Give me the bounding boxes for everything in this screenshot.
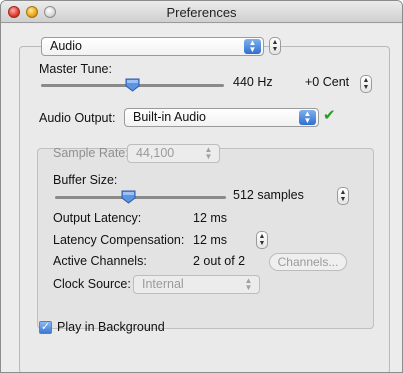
- sample-rate-popup[interactable]: 44,100 ▲ ▼: [127, 144, 220, 163]
- popup-arrows-icon: ▲ ▼: [244, 39, 261, 54]
- clock-source-label: Clock Source:: [53, 277, 131, 291]
- master-tune-label: Master Tune:: [39, 62, 112, 76]
- checkmark-icon: ✔: [323, 107, 336, 124]
- channels-button[interactable]: Channels...: [269, 253, 347, 271]
- sample-rate-popup-value: 44,100: [136, 146, 175, 160]
- preferences-window: Preferences Audio ▲ ▼ ▲ ▼ Master Tune: 440…: [0, 0, 403, 373]
- active-channels-label: Active Channels:: [53, 254, 147, 268]
- output-latency-value: 12 ms: [193, 211, 228, 225]
- buffer-size-value: 512 samples: [233, 188, 304, 202]
- play-in-background-label: Play in Background: [57, 320, 165, 334]
- category-popup-value: Audio: [50, 39, 82, 53]
- latency-compensation-label: Latency Compensation:: [53, 233, 185, 247]
- category-stepper[interactable]: ▲ ▼: [269, 37, 281, 55]
- buffer-size-label: Buffer Size:: [53, 173, 118, 187]
- clock-source-popup-value: Internal: [142, 277, 184, 291]
- audio-output-label: Audio Output:: [39, 111, 116, 125]
- latency-compensation-value: 12 ms: [193, 233, 228, 247]
- popup-arrows-icon: ▲ ▼: [204, 145, 213, 161]
- title-bar[interactable]: Preferences: [1, 1, 402, 23]
- active-channels-value: 2 out of 2: [193, 254, 246, 268]
- window-title: Preferences: [166, 5, 237, 20]
- buffer-size-stepper[interactable]: ▲ ▼: [337, 187, 349, 205]
- cent-stepper[interactable]: ▲ ▼: [360, 75, 372, 93]
- popup-arrows-icon: ▲ ▼: [299, 110, 316, 125]
- output-latency-label: Output Latency:: [53, 211, 142, 225]
- audio-output-popup[interactable]: Built-in Audio ▲ ▼: [124, 108, 319, 127]
- master-tune-hz-value: 440 Hz: [233, 75, 273, 89]
- clock-source-popup[interactable]: Internal ▲ ▼: [133, 275, 260, 294]
- sample-rate-label: Sample Rate:: [53, 146, 129, 160]
- preferences-content: Audio ▲ ▼ ▲ ▼ Master Tune: 440 Hz +0 Cent …: [1, 24, 402, 372]
- master-tune-slider-knob[interactable]: [125, 78, 140, 92]
- latency-compensation-stepper[interactable]: ▲ ▼: [256, 231, 268, 249]
- buffer-size-slider-knob[interactable]: [121, 190, 136, 204]
- play-in-background-checkbox[interactable]: ✓: [39, 321, 52, 334]
- audio-output-popup-value: Built-in Audio: [133, 110, 206, 124]
- buffer-size-slider-track[interactable]: [55, 196, 226, 199]
- category-popup[interactable]: Audio ▲ ▼: [41, 37, 264, 56]
- popup-arrows-icon: ▲ ▼: [244, 276, 253, 292]
- master-tune-cent-value: +0 Cent: [305, 75, 350, 89]
